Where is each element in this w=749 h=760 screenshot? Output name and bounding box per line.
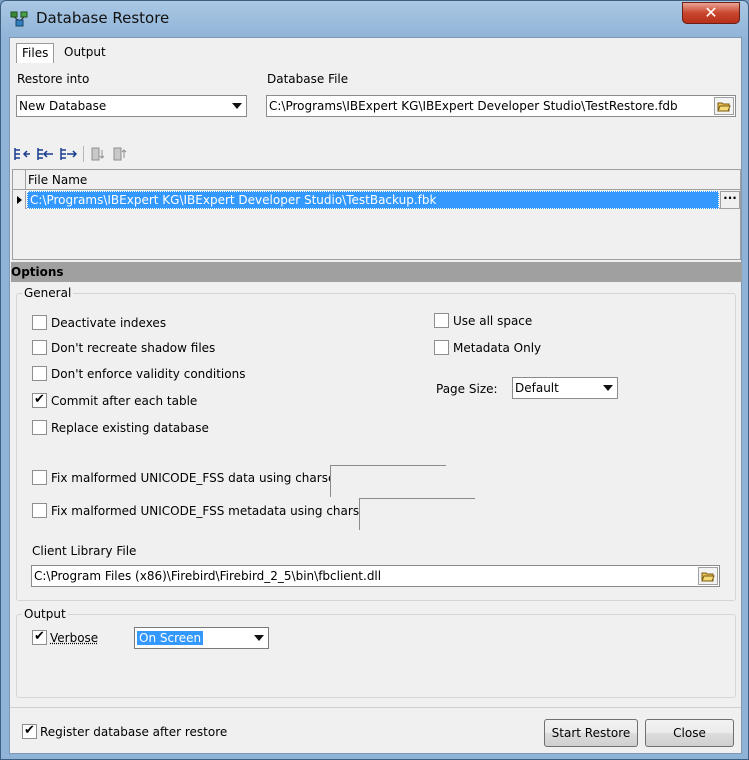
window-close-button[interactable]: ✕ [682, 2, 740, 24]
open-folder-icon[interactable] [714, 97, 734, 115]
fix-fss-metadata-charset-field[interactable] [359, 498, 475, 530]
replace-existing-database-label: Replace existing database [51, 421, 209, 435]
files-toolbar [13, 145, 138, 165]
start-restore-button[interactable]: Start Restore [544, 719, 638, 747]
database-file-value: C:\Programs\IBExpert KG\IBExpert Develop… [269, 99, 678, 113]
verbose-checkbox[interactable]: ✔ [32, 630, 47, 645]
general-group-title: General [22, 286, 74, 300]
fix-fss-metadata-checkbox[interactable] [32, 503, 47, 518]
dialog-client-area: Files Output Restore into New Database D… [9, 37, 742, 754]
deactivate-indexes-checkbox[interactable] [32, 315, 47, 330]
dont-recreate-shadow-label: Don't recreate shadow files [51, 341, 216, 355]
dont-recreate-shadow-checkbox[interactable] [32, 340, 47, 355]
move-up-icon[interactable] [111, 145, 129, 163]
window-title: Database Restore [36, 9, 170, 27]
output-group [16, 614, 736, 698]
client-library-value: C:\Program Files (x86)\Firebird\Firebird… [34, 569, 382, 583]
chevron-down-icon[interactable] [250, 628, 268, 648]
move-down-icon[interactable] [89, 145, 107, 163]
insert-file-icon[interactable] [13, 145, 31, 163]
check-mark-icon: ✔ [34, 629, 45, 644]
dont-enforce-validity-checkbox[interactable] [32, 366, 47, 381]
chevron-down-icon[interactable] [599, 378, 617, 398]
browse-backup-file-button[interactable]: ··· [720, 191, 740, 209]
check-mark-icon: ✔ [24, 723, 35, 738]
row-indicator [13, 191, 26, 209]
verbose-target-select[interactable]: On Screen [134, 627, 269, 649]
files-grid[interactable]: File Name C:\Programs\IBExpert KG\IBExpe… [12, 169, 741, 260]
deactivate-indexes-label: Deactivate indexes [51, 316, 167, 330]
client-library-field[interactable]: C:\Program Files (x86)\Firebird\Firebird… [31, 565, 720, 587]
register-database-checkbox[interactable]: ✔ [22, 724, 37, 739]
metadata-only-checkbox[interactable] [434, 340, 449, 355]
fix-fss-data-checkbox[interactable] [32, 470, 47, 485]
use-all-space-checkbox[interactable] [434, 313, 449, 328]
footer-divider [10, 707, 741, 708]
page-size-select[interactable]: Default [512, 377, 618, 399]
fix-fss-data-label: Fix malformed UNICODE_FSS data using cha… [51, 471, 341, 485]
tab-files[interactable]: Files [16, 43, 55, 63]
page-size-label: Page Size: [436, 382, 498, 396]
close-button[interactable]: Close [645, 719, 734, 747]
grid-header: File Name [13, 170, 740, 190]
close-icon: ✕ [704, 3, 718, 22]
fix-fss-data-charset-field[interactable] [330, 465, 446, 497]
chevron-down-icon[interactable] [228, 96, 246, 116]
title-bar[interactable]: Database Restore ✕ [1, 1, 748, 37]
row-pointer-icon [17, 196, 22, 204]
options-section-header: Options [11, 262, 742, 282]
table-row[interactable]: C:\Programs\IBExpert KG\IBExpert Develop… [13, 191, 740, 209]
database-restore-app-icon [10, 11, 28, 27]
dont-enforce-validity-label: Don't enforce validity conditions [51, 367, 246, 381]
open-folder-icon[interactable] [698, 567, 718, 585]
metadata-only-label: Metadata Only [453, 341, 542, 355]
restore-into-value: New Database [19, 99, 107, 113]
verbose-label: Verbose [50, 631, 99, 645]
database-restore-window: Database Restore ✕ Files Output Restore … [0, 0, 749, 760]
tab-output[interactable]: Output [59, 43, 111, 63]
output-group-title: Output [22, 607, 68, 621]
use-all-space-label: Use all space [453, 314, 533, 328]
add-file-icon[interactable] [36, 145, 54, 163]
commit-after-each-table-label: Commit after each table [51, 394, 198, 408]
database-file-field[interactable]: C:\Programs\IBExpert KG\IBExpert Develop… [266, 95, 736, 117]
fix-fss-metadata-label: Fix malformed UNICODE_FSS metadata using… [51, 504, 372, 518]
restore-into-select[interactable]: New Database [16, 95, 247, 117]
page-size-value: Default [515, 381, 559, 395]
client-library-label: Client Library File [32, 544, 137, 558]
append-file-icon[interactable] [59, 145, 77, 163]
commit-after-each-table-checkbox[interactable]: ✔ [32, 393, 47, 408]
verbose-target-value: On Screen [137, 631, 204, 645]
check-mark-icon: ✔ [34, 392, 45, 407]
column-header-file-name[interactable]: File Name [28, 173, 87, 187]
file-name-cell[interactable]: C:\Programs\IBExpert KG\IBExpert Develop… [27, 191, 719, 209]
database-file-label: Database File [267, 72, 349, 86]
replace-existing-database-checkbox[interactable] [32, 420, 47, 435]
restore-into-label: Restore into [17, 72, 90, 86]
register-database-label: Register database after restore [40, 725, 228, 739]
